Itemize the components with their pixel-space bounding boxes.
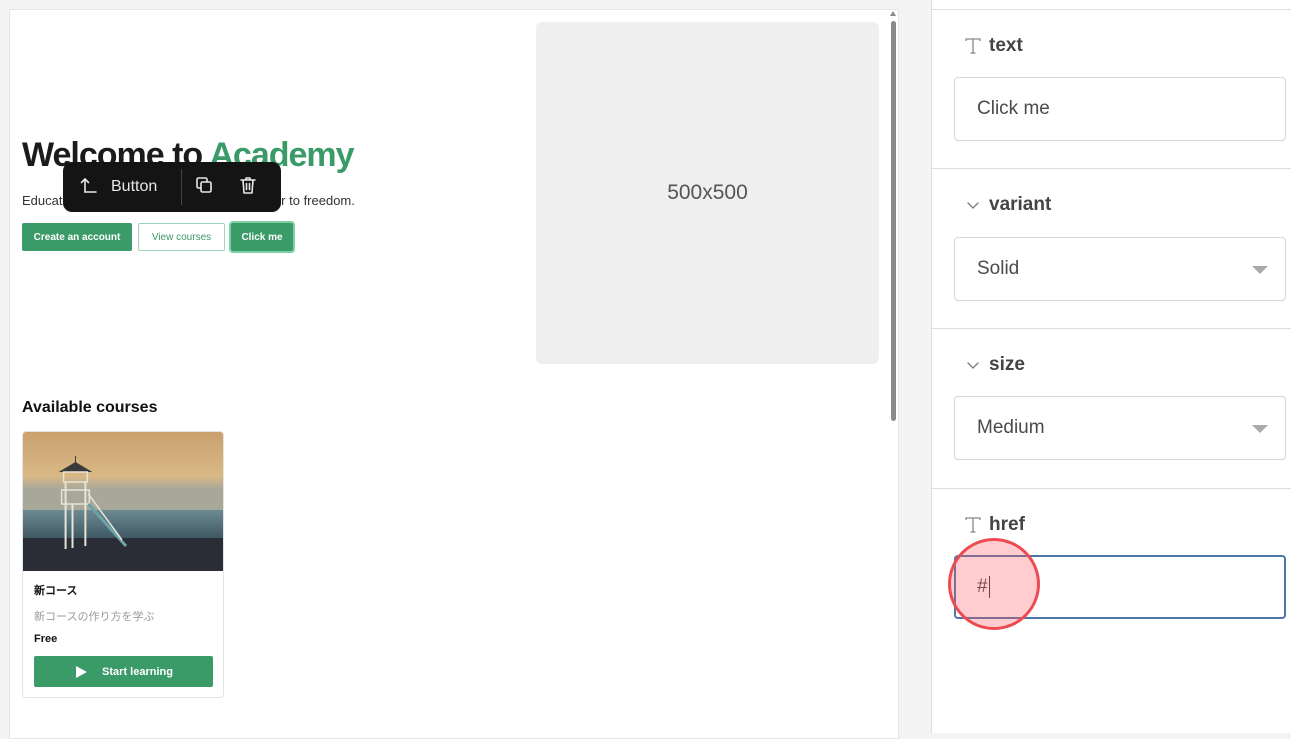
select-parent-icon	[79, 175, 99, 200]
view-courses-button[interactable]: View courses	[138, 223, 225, 251]
prop-label-size[interactable]: size	[963, 354, 1025, 376]
text-type-icon	[963, 515, 983, 535]
chevron-down-icon	[963, 355, 983, 375]
properties-panel: text Click me variant Solid size Medium …	[931, 0, 1291, 733]
href-field[interactable]: #	[954, 555, 1286, 619]
text-field[interactable]: Click me	[954, 77, 1286, 141]
panel-top-divider	[932, 9, 1291, 10]
course-card[interactable]: 新コース 新コースの作り方を学ぶ Free Start learning	[22, 431, 224, 698]
course-price: Free	[34, 633, 58, 645]
toolbar-element-label: Button	[111, 178, 158, 195]
start-learning-button[interactable]: Start learning	[34, 656, 213, 687]
prop-divider	[932, 328, 1291, 329]
delete-button[interactable]	[226, 162, 270, 212]
prop-label-href-name: href	[989, 514, 1025, 535]
scroll-up-arrow-icon[interactable]	[890, 11, 896, 16]
prop-divider	[932, 168, 1291, 169]
variant-select[interactable]: Solid	[954, 237, 1286, 301]
href-field-value: #	[977, 576, 988, 597]
start-learning-label: Start learning	[102, 665, 173, 678]
select-parent-button[interactable]: Button	[63, 162, 181, 212]
image-placeholder[interactable]: 500x500	[536, 22, 879, 364]
hero-subtitle-start: Educat	[22, 193, 63, 208]
prop-label-text-name: text	[989, 35, 1023, 56]
text-type-icon	[963, 36, 983, 56]
click-me-button[interactable]: Click me	[229, 221, 295, 253]
delete-icon	[238, 175, 258, 200]
prop-label-variant-name: variant	[989, 194, 1052, 215]
duplicate-icon	[194, 175, 214, 200]
canvas-scrollbar[interactable]	[889, 11, 897, 733]
course-title: 新コース	[34, 585, 78, 597]
course-description: 新コースの作り方を学ぶ	[34, 611, 155, 623]
size-select[interactable]: Medium	[954, 396, 1286, 460]
hero-button-row: Create an account View courses Click me	[22, 221, 295, 253]
element-toolbar: Button	[63, 162, 281, 212]
scrollbar-thumb[interactable]	[891, 21, 896, 421]
chevron-down-icon	[963, 195, 983, 215]
editor-canvas-area: Welcome to Academy Educat door to freedom…	[0, 0, 931, 739]
prop-label-size-name: size	[989, 354, 1025, 375]
create-account-button[interactable]: Create an account	[22, 223, 132, 251]
course-thumbnail-image	[23, 432, 223, 571]
prop-label-href: href	[963, 514, 1025, 536]
prop-label-variant[interactable]: variant	[963, 194, 1051, 216]
prop-label-text: text	[963, 35, 1023, 57]
page-canvas: Welcome to Academy Educat door to freedom…	[9, 9, 899, 739]
play-icon	[76, 665, 88, 678]
text-caret	[988, 576, 990, 598]
courses-section-title[interactable]: Available courses	[22, 399, 157, 417]
prop-divider	[932, 488, 1291, 489]
duplicate-button[interactable]	[182, 162, 226, 212]
